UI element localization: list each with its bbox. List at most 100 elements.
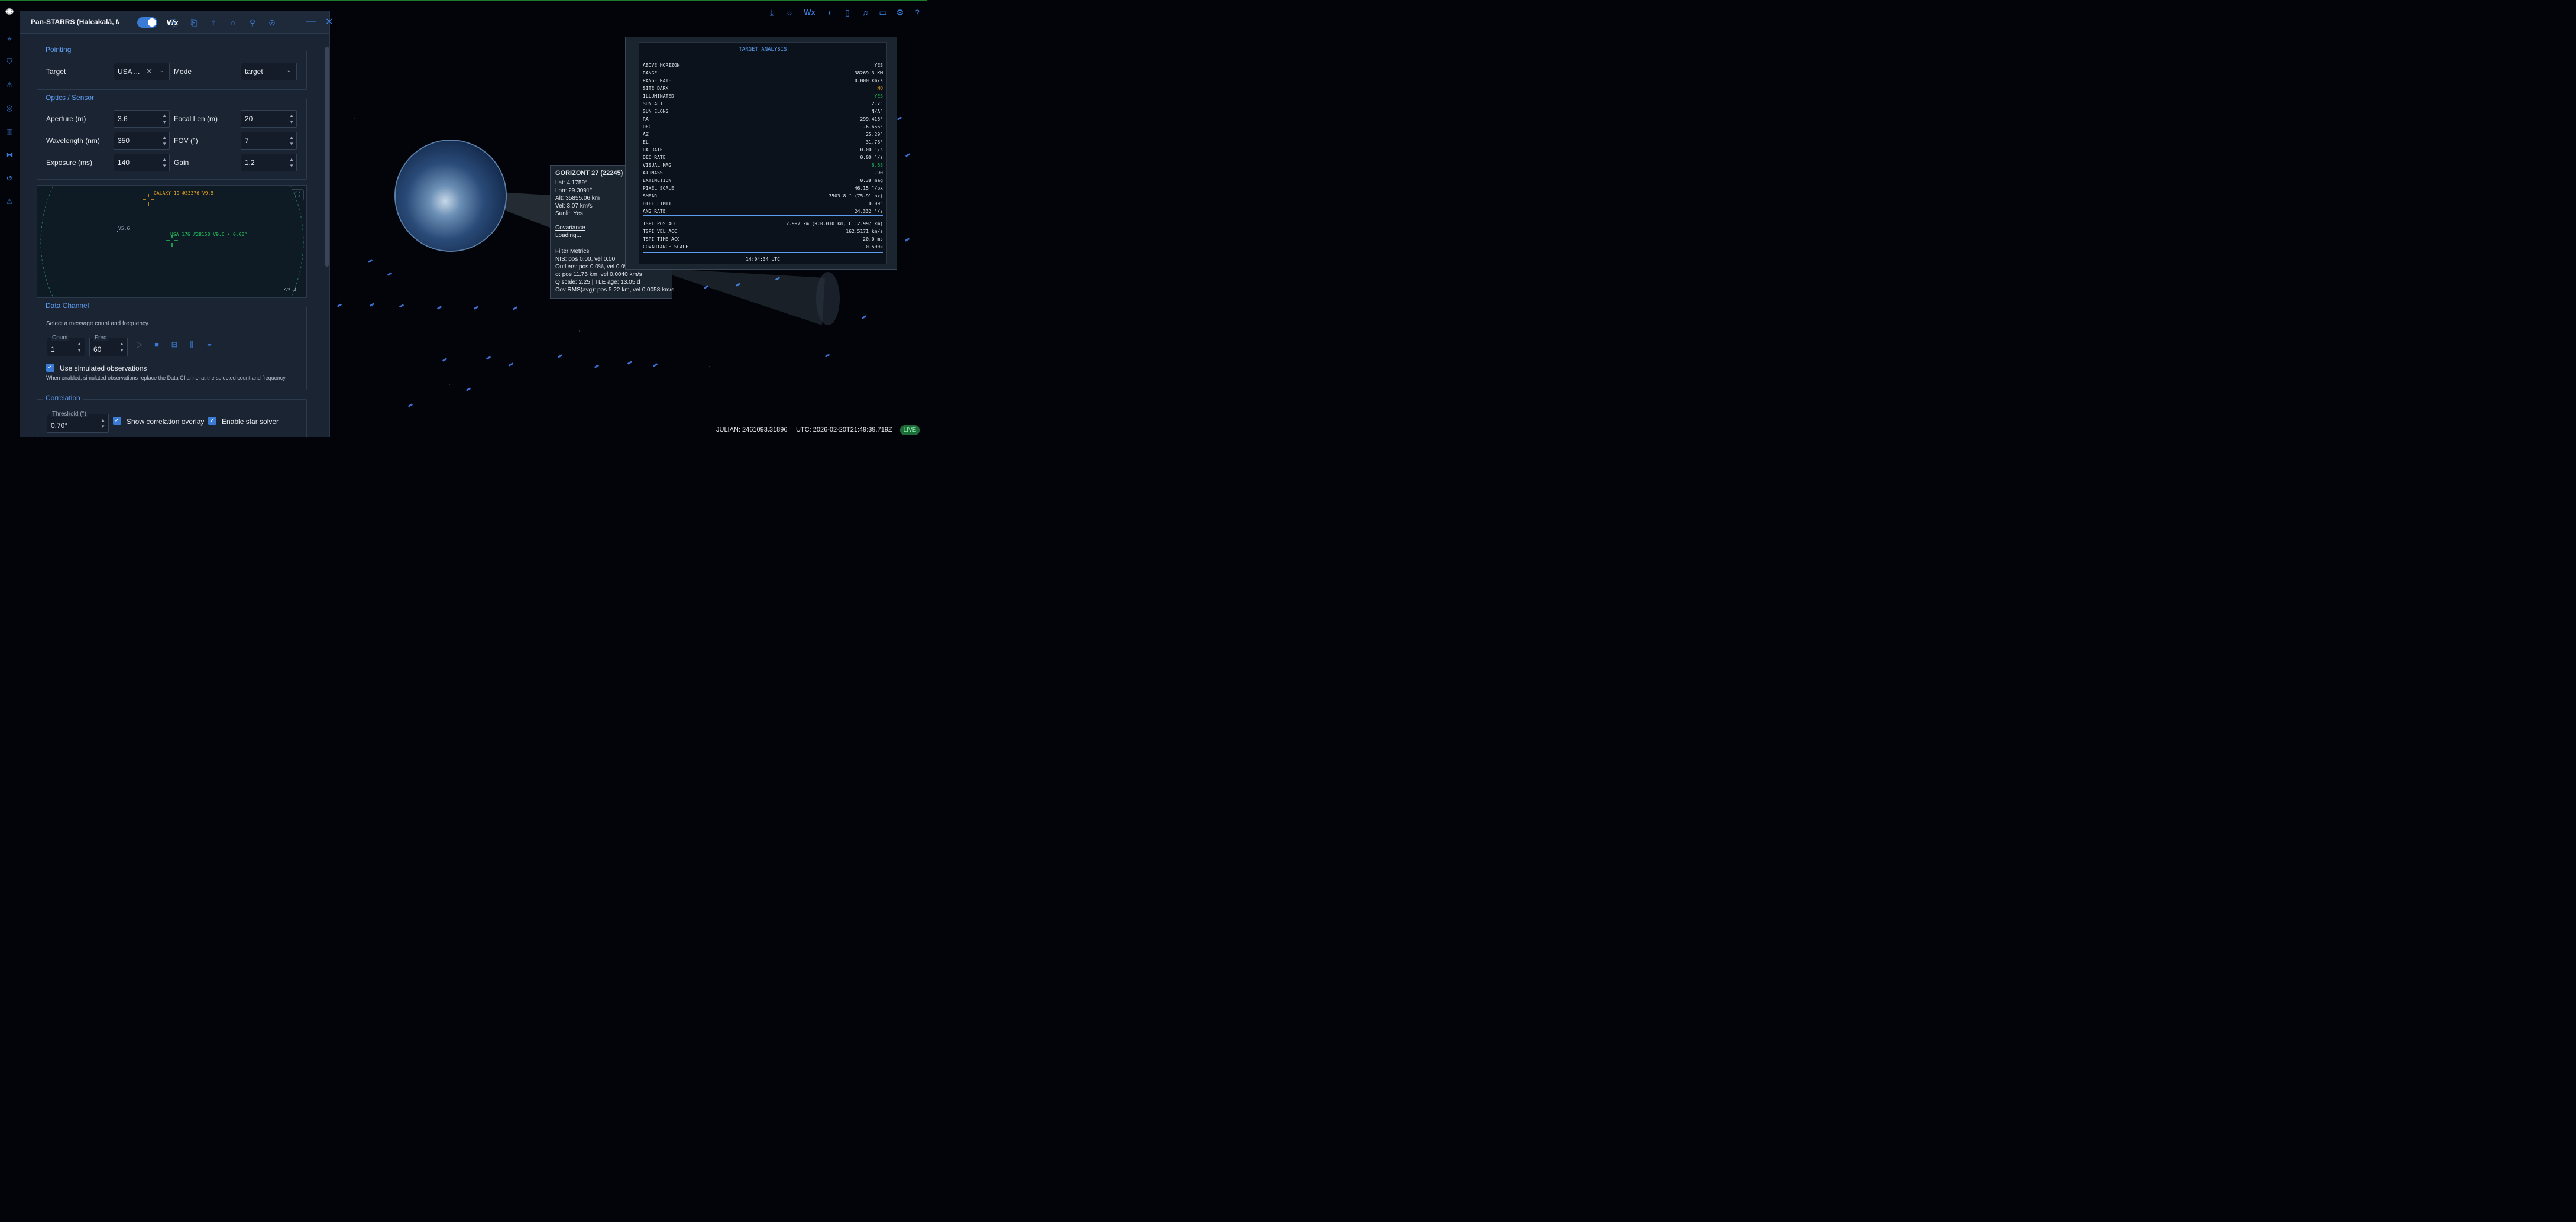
earth-globe[interactable]: [396, 141, 506, 251]
undo-icon[interactable]: ↺: [5, 174, 14, 183]
expand-icon[interactable]: ⛶: [292, 189, 304, 200]
app-logo-icon: ✺: [5, 6, 14, 18]
covariance-heading: Covariance: [555, 225, 585, 231]
fov-input[interactable]: 7 ▲ ▼: [241, 132, 297, 150]
inbox-icon[interactable]: ⊟: [170, 340, 179, 349]
upload-icon[interactable]: ⤒: [208, 17, 219, 28]
bell-icon[interactable]: ♫: [860, 7, 870, 18]
gear-icon[interactable]: ⚙: [895, 7, 905, 18]
analysis-key: SMEAR: [643, 193, 658, 199]
simulated-note: When enabled, simulated observations rep…: [46, 375, 287, 381]
analysis-row: RA RATE 0.00 ″/s: [643, 147, 883, 154]
analysis-value: 2.7°: [871, 101, 883, 106]
play-icon[interactable]: ▷: [135, 340, 144, 349]
analysis-value: 0.09″: [868, 201, 883, 206]
analysis-value: 46.15 ″/px: [854, 186, 883, 191]
analysis-value: 25.29°: [866, 132, 883, 137]
analysis-value: 0.38 mag: [860, 178, 883, 183]
analysis-key: AZ: [643, 132, 649, 137]
tspi-key: COVARIANCE SCALE: [643, 244, 689, 249]
tspi-value: 2.997 km (R:0.010 km, CT:2.997 km): [786, 221, 883, 226]
gain-input[interactable]: 1.2 ▲ ▼: [241, 154, 297, 171]
live-badge[interactable]: LIVE: [900, 425, 920, 435]
analysis-value: -6.656°: [863, 124, 883, 129]
analysis-key: DIFF LIMIT: [643, 201, 672, 206]
wavelength-value: 350: [118, 137, 130, 145]
mode-select[interactable]: target ⌄: [241, 63, 297, 80]
star-solver-checkbox[interactable]: ✓: [208, 417, 216, 425]
star-solver-label: Enable star solver: [222, 417, 279, 426]
warning-icon[interactable]: ⚠: [5, 80, 14, 90]
panel-scrollbar[interactable]: [325, 36, 329, 438]
analysis-row: EL 31.78°: [643, 140, 883, 147]
wavelength-label: Wavelength (nm): [46, 137, 100, 145]
count-label: Count: [51, 335, 69, 341]
optics-legend: Optics / Sensor: [43, 93, 97, 102]
focal-length-input[interactable]: 20 ▲ ▼: [241, 110, 297, 128]
bar-chart-icon[interactable]: ▥: [5, 127, 14, 137]
help-icon[interactable]: ?: [912, 7, 923, 18]
shield-icon[interactable]: ⛉: [5, 57, 14, 66]
analysis-row: DIFF LIMIT 0.09″: [643, 201, 883, 208]
export-icon[interactable]: ⎘: [169, 17, 180, 28]
wavelength-input[interactable]: 350 ▲ ▼: [114, 132, 170, 150]
focal-length-value: 20: [245, 115, 253, 123]
orbit-icon[interactable]: ⊘: [267, 17, 277, 28]
download-icon[interactable]: ⤓: [766, 7, 777, 18]
analysis-key: ABOVE HORIZON: [643, 63, 680, 68]
satellite-icon[interactable]: ⧓: [5, 150, 14, 160]
location-pin-icon[interactable]: ⌖: [5, 34, 14, 44]
show-overlay-label: Show correlation overlay: [127, 417, 205, 426]
analysis-key: ILLUMINATED: [643, 93, 674, 99]
target-value: USA ...: [118, 67, 140, 76]
analysis-row: VISUAL MAG 6.68: [643, 163, 883, 170]
analysis-row: SUN ELONG N/A°: [643, 109, 883, 116]
sun-icon[interactable]: ☼: [784, 7, 795, 18]
exposure-value: 140: [118, 158, 130, 167]
filter-nis: NIS: pos 0.00, vel 0.00: [555, 256, 616, 262]
alert-triangle-icon[interactable]: ⚠: [5, 197, 14, 206]
analysis-value: 0.000 km/s: [854, 78, 883, 83]
analysis-row: SITE DARK NO: [643, 86, 883, 93]
contrast-icon[interactable]: ◐: [825, 7, 836, 18]
fov-label: FOV (°): [174, 137, 198, 145]
weather-toggle-button[interactable]: Wx: [803, 7, 816, 18]
close-icon[interactable]: ✕: [325, 16, 333, 28]
satellite-dish-icon[interactable]: ⚲: [247, 17, 258, 28]
analysis-row: PIXEL SCALE 46.15 ″/px: [643, 186, 883, 193]
analysis-key: EXTINCTION: [643, 178, 672, 183]
import-icon[interactable]: ⎗: [189, 17, 199, 28]
count-input[interactable]: Count 1 ▲ ▼: [47, 335, 85, 356]
analysis-row: ANG RATE 24.332 °/s: [643, 209, 883, 216]
minimize-icon[interactable]: —: [306, 17, 316, 27]
target-label: Target: [46, 67, 66, 76]
chat-icon[interactable]: ▭: [878, 7, 888, 18]
document-icon[interactable]: ▯: [842, 7, 853, 18]
signal-icon[interactable]: ⫼: [187, 340, 196, 349]
clear-icon[interactable]: ✕: [146, 67, 153, 76]
analysis-value: 3503.8 ″ (75.91 px): [829, 193, 883, 199]
correlation-legend: Correlation: [43, 394, 83, 402]
analysis-timestamp: 14:04:34 UTC: [746, 257, 780, 262]
exposure-input[interactable]: 140 ▲ ▼: [114, 154, 170, 171]
show-overlay-checkbox[interactable]: ✓: [113, 417, 121, 425]
use-simulated-checkbox[interactable]: ✓: [46, 364, 54, 372]
analysis-key: RA: [643, 116, 649, 122]
covariance-status: Loading...: [555, 232, 581, 239]
analysis-row: SMEAR 3503.8 ″ (75.91 px): [643, 193, 883, 200]
stop-icon[interactable]: ■: [152, 340, 161, 349]
target-analysis-inner: TARGET ANALYSIS 14:04:34 UTC ABOVE HORIZ…: [639, 42, 887, 264]
threshold-input[interactable]: Threshold (°) 0.70° ▲ ▼: [47, 411, 109, 433]
freq-label: Freq: [93, 335, 108, 341]
aperture-input[interactable]: 3.6 ▲ ▼: [114, 110, 170, 128]
sensor-field-of-view[interactable]: GALAXY 19 #33376 V9.5 V5.6 USA 176 #2815…: [37, 185, 307, 298]
fov-value: 7: [245, 137, 249, 145]
target-analysis-panel: TARGET ANALYSIS 14:04:34 UTC ABOVE HORIZ…: [625, 37, 897, 270]
freq-input[interactable]: Freq 60 ▲ ▼: [89, 335, 128, 356]
list-icon[interactable]: ≡: [205, 340, 214, 349]
target-select[interactable]: USA ... ✕ ⌄: [114, 63, 170, 80]
mode-label: Mode: [174, 67, 192, 76]
sensor-enable-toggle[interactable]: [137, 17, 157, 28]
building-icon[interactable]: ⌂: [228, 17, 238, 28]
target-icon[interactable]: ◎: [5, 103, 14, 113]
